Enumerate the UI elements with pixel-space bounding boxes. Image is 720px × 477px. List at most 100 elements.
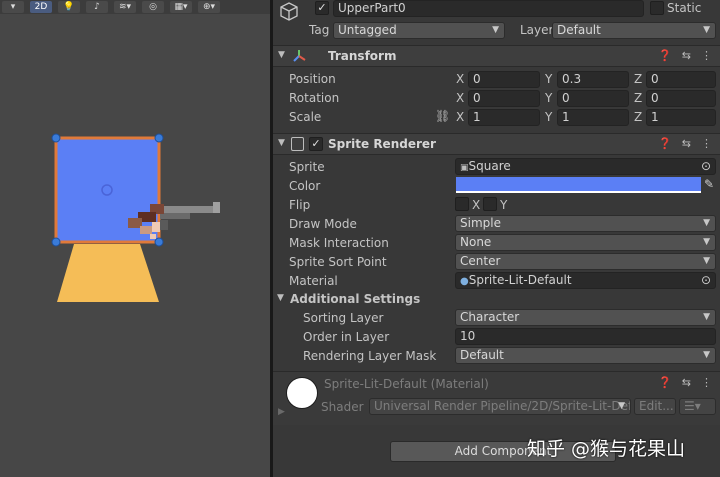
rotation-y-field[interactable]: 0: [557, 90, 629, 107]
sort-point-label: Sprite Sort Point: [289, 255, 387, 269]
rotation-y-label: Y: [545, 91, 553, 105]
color-label: Color: [289, 179, 321, 193]
scale-x-label: X: [456, 110, 465, 124]
sprite-renderer-enabled-checkbox[interactable]: ✓: [309, 137, 323, 151]
static-checkbox[interactable]: [650, 1, 664, 15]
more-icon[interactable]: ⋮: [701, 49, 712, 62]
shader-value: Universal Render Pipeline/2D/Sprite-Lit-…: [374, 399, 631, 413]
material-object-field[interactable]: ●Sprite-Lit-Default ⊙: [455, 272, 716, 289]
rendering-layer-mask-label: Rendering Layer Mask: [303, 349, 437, 363]
shader-menu-button[interactable]: ☰▾: [679, 398, 716, 415]
more-icon[interactable]: ⋮: [701, 376, 712, 389]
draw-mode-dropdown[interactable]: Simple ▼: [455, 215, 716, 232]
scale-y-field[interactable]: 1: [557, 109, 629, 126]
chevron-down-icon: ▼: [492, 25, 499, 35]
scale-x-field[interactable]: 1: [468, 109, 540, 126]
layer-value: Default: [557, 23, 601, 37]
scene-canvas[interactable]: [0, 0, 270, 477]
object-picker-icon[interactable]: ⊙: [701, 273, 711, 288]
draw-mode-value: Simple: [460, 216, 501, 230]
layer-dropdown[interactable]: Default ▼: [552, 22, 716, 39]
layer-label: Layer: [520, 23, 554, 37]
position-label: Position: [289, 72, 336, 86]
sorting-layer-value: Character: [460, 310, 520, 324]
object-name-field[interactable]: UpperPart0: [333, 0, 644, 17]
chevron-down-icon: ▼: [703, 256, 710, 266]
active-toggle[interactable]: ✓: [315, 1, 329, 15]
position-x-field[interactable]: 0: [468, 71, 540, 88]
chevron-down-icon: ▼: [618, 401, 625, 411]
sorting-layer-label: Sorting Layer: [303, 311, 384, 325]
rendering-layer-mask-value: Default: [460, 348, 504, 362]
foldout-arrow-icon[interactable]: ▼: [278, 50, 285, 60]
corner-handle-tl[interactable]: [51, 133, 61, 143]
sort-point-dropdown[interactable]: Center ▼: [455, 253, 716, 270]
link-icon[interactable]: ⛓: [435, 109, 450, 123]
position-y-label: Y: [545, 72, 553, 86]
sprite-value: Square: [468, 159, 511, 173]
static-label: Static: [667, 1, 702, 15]
corner-handle-br[interactable]: [154, 237, 164, 247]
flip-x-label: X: [472, 198, 481, 212]
more-icon[interactable]: ⋮: [701, 137, 712, 150]
sorting-layer-dropdown[interactable]: Character ▼: [455, 309, 716, 326]
mask-interaction-dropdown[interactable]: None ▼: [455, 234, 716, 251]
position-y-field[interactable]: 0.3: [557, 71, 629, 88]
transform-icon: [291, 48, 307, 67]
scale-label: Scale: [289, 110, 322, 124]
rotation-x-field[interactable]: 0: [468, 90, 540, 107]
transform-header[interactable]: ▼ Transform ❓ ⇆ ⋮: [273, 45, 720, 67]
foldout-arrow-icon[interactable]: ▼: [277, 293, 284, 303]
position-z-field[interactable]: 0: [646, 71, 716, 88]
sprite-object-field[interactable]: ▣Square ⊙: [455, 158, 716, 175]
rotation-label: Rotation: [289, 91, 340, 105]
corner-handle-tr[interactable]: [154, 133, 164, 143]
chevron-down-icon: ▼: [703, 218, 710, 228]
cone-sprite[interactable]: [57, 244, 159, 302]
help-icon[interactable]: ❓: [658, 376, 672, 389]
presets-icon[interactable]: ⇆: [682, 137, 691, 150]
scene-view[interactable]: ▾ 2D 💡 ♪ ≋▾ ◎ ▦▾ ⊕▾: [0, 0, 270, 477]
object-icon: [279, 1, 299, 21]
inspector-panel: ✓ UpperPart0 Static Tag Untagged ▼ Layer …: [273, 0, 720, 477]
chevron-down-icon: ▼: [703, 312, 710, 322]
material-sphere-icon: ●: [460, 276, 469, 287]
foldout-arrow-icon[interactable]: ▼: [278, 138, 285, 148]
shader-edit-button[interactable]: Edit...: [634, 398, 676, 415]
mask-interaction-value: None: [460, 235, 492, 249]
draw-mode-label: Draw Mode: [289, 217, 357, 231]
help-icon[interactable]: ❓: [658, 137, 672, 150]
rotation-z-label: Z: [634, 91, 643, 105]
chevron-down-icon: ▼: [703, 237, 710, 247]
flip-x-checkbox[interactable]: [455, 197, 469, 211]
shader-dropdown[interactable]: Universal Render Pipeline/2D/Sprite-Lit-…: [369, 398, 631, 415]
foldout-arrow-icon[interactable]: ▶: [278, 407, 285, 417]
scale-y-label: Y: [545, 110, 553, 124]
corner-handle-bl[interactable]: [51, 237, 61, 247]
material-value: Sprite-Lit-Default: [468, 273, 572, 287]
flip-y-checkbox[interactable]: [483, 197, 497, 211]
scale-z-field[interactable]: 1: [646, 109, 716, 126]
presets-icon[interactable]: ⇆: [682, 49, 691, 62]
tag-label: Tag: [309, 23, 330, 37]
rotation-z-field[interactable]: 0: [646, 90, 716, 107]
tag-dropdown[interactable]: Untagged ▼: [333, 22, 505, 39]
eyedropper-icon[interactable]: ✎: [704, 177, 714, 191]
additional-settings-label[interactable]: Additional Settings: [290, 292, 420, 306]
sprite-asset-icon: ▣: [460, 163, 469, 173]
help-icon[interactable]: ❓: [658, 49, 672, 62]
order-in-layer-field[interactable]: 10: [455, 328, 716, 345]
position-z-label: Z: [634, 72, 643, 86]
order-in-layer-label: Order in Layer: [303, 330, 390, 344]
mask-interaction-label: Mask Interaction: [289, 236, 389, 250]
material-label: Material: [289, 274, 338, 288]
rendering-layer-mask-dropdown[interactable]: Default ▼: [455, 347, 716, 364]
material-section: ▶ Sprite-Lit-Default (Material) Shader U…: [273, 371, 720, 425]
presets-icon[interactable]: ⇆: [682, 376, 691, 389]
object-picker-icon[interactable]: ⊙: [701, 159, 711, 174]
sort-point-value: Center: [460, 254, 501, 268]
sprite-renderer-header[interactable]: ▼ ✓ Sprite Renderer ❓ ⇆ ⋮: [273, 133, 720, 155]
sprite-renderer-icon: [291, 137, 304, 151]
flip-y-label: Y: [500, 198, 508, 212]
color-swatch[interactable]: [456, 177, 701, 193]
